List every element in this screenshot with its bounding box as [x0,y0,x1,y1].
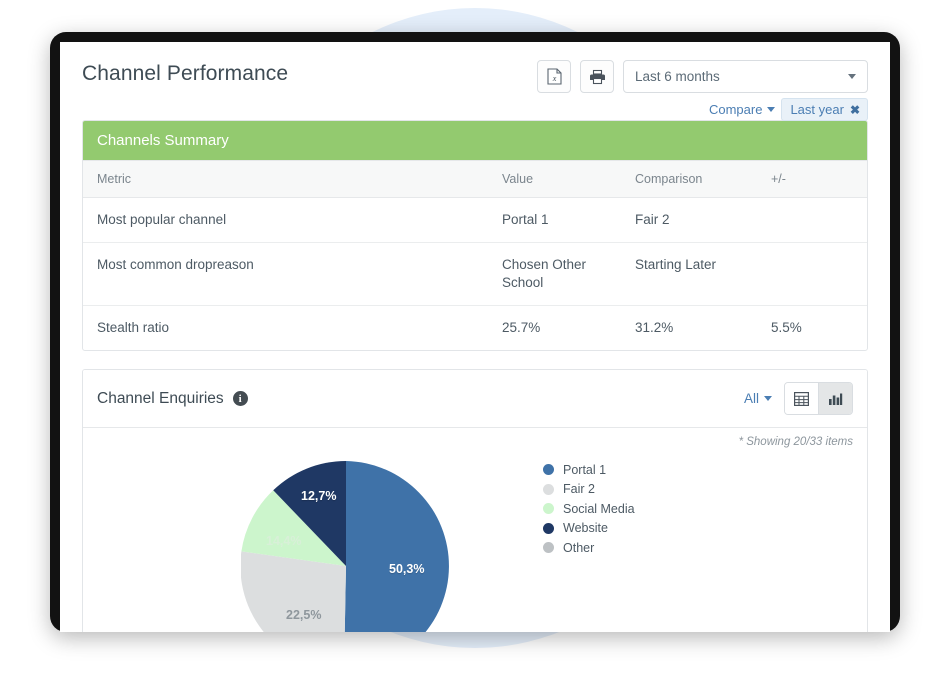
cell-delta [757,197,867,243]
pie-label-fair-2: 22,5% [286,608,322,622]
filter-all-dropdown[interactable]: All [744,391,772,406]
chart-view-toggle[interactable] [818,383,852,414]
date-range-select[interactable]: Last 6 months [623,60,868,93]
chevron-down-icon [764,396,772,401]
bar-chart-icon [829,393,843,405]
channel-enquiries-title-group: Channel Enquiries i [97,390,744,408]
pie-label-portal-1: 50,3% [389,562,425,576]
table-row: Stealth ratio 25.7% 31.2% 5.5% [83,306,867,351]
excel-export-icon: x [546,68,562,85]
svg-text:x: x [551,74,556,83]
legend-label-website: Website [563,521,608,536]
column-header-comparison: Comparison [621,160,757,198]
table-row: Most common dropreason Chosen Other Scho… [83,242,867,306]
legend-label-portal-1: Portal 1 [563,462,607,477]
filter-all-label: All [743,391,759,406]
chevron-down-icon [767,107,776,112]
pie-label-social-media: 14,4% [266,534,302,548]
legend-swatch-fair-2 [543,483,554,495]
legend-item[interactable]: Other [543,538,635,558]
compare-label: Compare [708,102,763,117]
pie-chart-area: 50,3% 22,5% 14,4% 12,7% Portal 1 Fair 2 [83,448,867,632]
legend-item[interactable]: Social Media [543,499,635,519]
legend-label-social-media: Social Media [563,501,635,516]
printer-icon [589,69,605,84]
cell-value: 25.7% [502,320,541,335]
legend-item[interactable]: Website [543,519,635,539]
legend-label-fair-2: Fair 2 [563,482,595,497]
legend-swatch-other [543,542,554,554]
legend-swatch-social-media [543,503,554,515]
cell-comparison: Starting Later [621,242,757,306]
cell-value: Portal 1 [488,197,621,243]
channel-enquiries-panel: Channel Enquiries i All * Showing 20/33 … [82,369,868,632]
page-header: Channel Performance x Last 6 months Comp… [60,42,890,121]
channel-enquiries-header: Channel Enquiries i All [83,370,867,428]
cell-value: Chosen Other School [488,242,621,306]
table-row: Most popular channel Portal 1 Fair 2 [83,197,867,243]
header-controls: x Last 6 months [537,60,868,93]
date-range-value: Last 6 months [635,69,720,84]
close-icon[interactable]: ✖ [850,103,860,117]
app-screen: Channel Performance x Last 6 months Comp… [60,42,890,632]
cell-delta [757,242,867,306]
legend-item[interactable]: Fair 2 [543,480,635,500]
channel-enquiries-controls: All [744,382,853,415]
cell-comparison: Fair 2 [621,197,757,243]
pie-slice-portal-1[interactable] [344,461,449,632]
table-header-row: Metric Value Comparison +/- [83,160,867,198]
compare-row: Compare Last year ✖ [709,98,868,121]
cell-delta: 5.5% [771,320,802,335]
column-header-value: Value [488,160,621,198]
view-toggle-group [784,382,853,415]
legend-label-other: Other [563,540,595,555]
channels-summary-title: Channels Summary [83,121,867,160]
column-header-delta: +/- [757,160,867,198]
channel-enquiries-title: Channel Enquiries [97,389,224,407]
chart-legend: Portal 1 Fair 2 Social Media Website Oth… [543,460,635,558]
chevron-down-icon [848,74,856,79]
channels-summary-panel: Channels Summary Metric Value Comparison… [82,120,868,351]
cell-metric: Most common dropreason [83,242,488,306]
export-excel-button[interactable]: x [537,60,571,93]
compare-tag-last-year[interactable]: Last year ✖ [781,98,868,121]
legend-swatch-portal-1 [543,464,554,476]
table-view-toggle[interactable] [785,383,818,414]
summary-table: Metric Value Comparison +/- Most popular… [83,160,867,350]
pie-chart: 50,3% 22,5% 14,4% 12,7% [240,456,451,632]
compare-dropdown[interactable]: Compare [708,102,776,117]
cell-comparison: 31.2% [635,320,674,335]
device-frame: Channel Performance x Last 6 months Comp… [50,32,900,632]
page-title: Channel Performance [82,62,289,85]
column-header-metric: Metric [83,160,488,198]
pie-label-website: 12,7% [301,489,337,503]
legend-swatch-website [543,522,554,534]
legend-item[interactable]: Portal 1 [543,460,635,480]
cell-metric: Most popular channel [83,197,488,243]
cell-metric: Stealth ratio [97,320,170,335]
table-grid-icon [794,391,809,406]
info-icon[interactable]: i [232,391,248,406]
showing-items-note: * Showing 20/33 items [738,436,853,448]
compare-tag-label: Last year [790,102,844,117]
print-button[interactable] [580,60,614,93]
